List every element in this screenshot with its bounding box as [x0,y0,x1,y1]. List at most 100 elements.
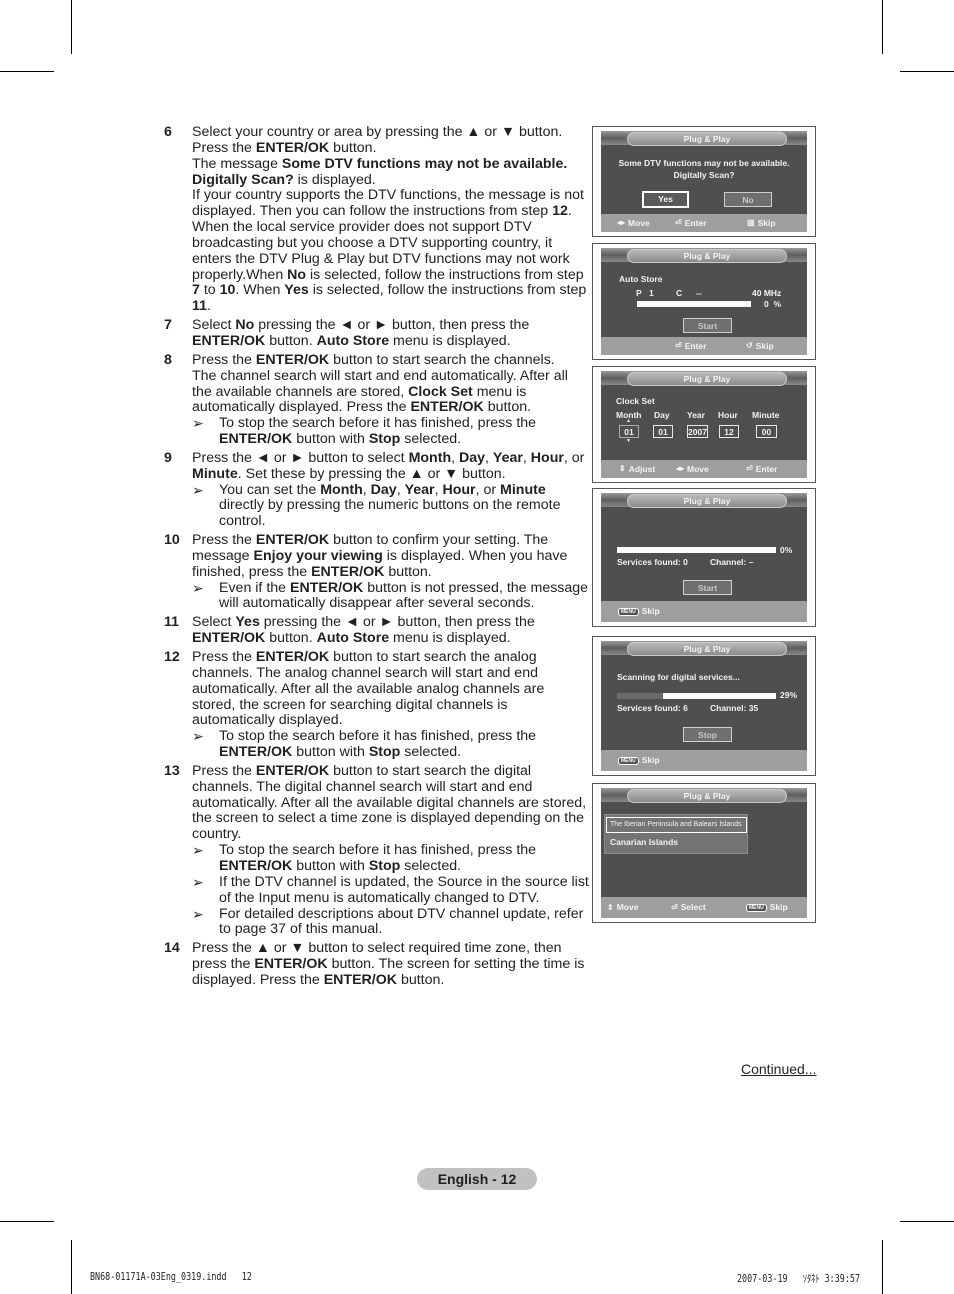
text-run: pressing the ◄ or ► button, then press t… [259,614,535,631]
note-arrow-icon: ➢ [192,579,204,596]
bold-term: No [235,317,255,334]
footer-skip-label: Skip [641,606,660,616]
footer-enter-label: Enter [684,218,707,228]
text-run: button. [329,139,377,156]
text-run: button with [292,857,369,874]
channel-readout: Channel: – [710,557,754,567]
step-note: ➢ Even if the ENTER/OK button is not pres… [192,579,589,613]
return-icon: ↺ [746,341,753,350]
note-arrow-icon: ➢ [192,842,204,859]
minute-label: Minute [752,410,780,420]
text-run: , or [563,449,585,466]
time-zone-option[interactable]: Canarian Islands [610,837,678,847]
menu-key-icon: MENU [618,607,639,616]
services-found: Services found: 0 [617,557,688,567]
text-run: Press the [192,532,256,549]
stop-button[interactable]: Stop [683,727,732,742]
text-run: To stop the search before it has finishe… [219,415,537,432]
text-run: , [396,481,405,498]
no-button[interactable]: No [724,192,772,207]
screen-title: Plug & Play [627,642,787,656]
left-right-arrows-icon: ◂▸ [676,464,685,473]
text-run: Select [192,614,236,631]
text-run: button with [292,744,369,761]
text-run: pressing the ◄ or ► button, then press t… [254,317,530,334]
print-slug-timestamp: 2007-03-19 ｿﾀﾈﾄ 3:39:57 [737,1273,861,1285]
step-paragraph: Press the ▲ or ▼ button to select requir… [192,940,589,989]
step-body: Press the ENTER/OK button to start searc… [192,762,589,938]
screen-title: Plug & Play [627,494,787,508]
step-note: ➢ If the DTV channel is updated, the Sour… [192,874,589,907]
bold-term: Day [459,449,486,466]
text-run: , [522,449,531,466]
minute-field[interactable]: 00 [756,425,777,438]
bold-term: Clock Set [408,383,473,400]
text-run: , [451,449,459,466]
progress-bar [637,301,751,307]
start-button[interactable]: Start [683,318,732,333]
channel-label: C [676,288,683,298]
menu-key-icon: MENU [618,756,639,765]
note-arrow-icon: ➢ [192,728,204,745]
text-run: Press the [192,762,256,779]
step-paragraph: The message Some DTV functions may not b… [192,155,589,189]
step-number: 14 [164,940,180,957]
step-9: 9 Press the ◄ or ► button to select Month… [164,449,589,530]
hour-field[interactable]: 12 [719,425,739,438]
progress-fill [617,693,664,699]
crop-mark [900,71,954,72]
progress-bar [617,693,776,699]
text-run: , or [475,481,501,498]
bold-term: Enjoy your viewing [253,547,383,564]
text-run: The message [192,155,282,172]
bold-term: 11 [192,298,207,315]
time-zone-option[interactable]: The Iberian Peninsula and Balears Island… [606,817,747,833]
bold-term: Minute [500,481,546,498]
day-field[interactable]: 01 [653,425,673,438]
continued-link[interactable]: Continued... [741,1061,817,1077]
screen-time-zone: Plug & Play The Iberian Peninsula and Ba… [592,783,816,923]
enter-icon: ⏎ [675,341,682,350]
year-field[interactable]: 2007 [687,425,708,438]
progress-bar [617,547,776,553]
screen-footer: ⇕ Move ⏎ Select MENU Skip [601,897,807,918]
start-button[interactable]: Start [683,580,732,595]
step-note: ➢ To stop the search before it has finish… [192,842,589,875]
footer-adjust-label: Adjust [628,464,656,474]
screen-footer: MENU Skip [601,601,807,622]
note-text: To stop the search before it has finishe… [219,415,589,448]
step-paragraph: Press the ENTER/OK button to start searc… [192,352,589,369]
print-slug-file: BN68-01171A-03Eng_0319.indd 12 [90,1271,252,1283]
text-run: Press the ◄ or ► button to select [192,449,409,466]
text-run: directly by pressing the numeric buttons… [219,497,561,530]
tv-screen: Plug & Play Clock Set Month Day Year Hou… [601,371,807,478]
bold-term: ENTER/OK [255,532,330,549]
screen-clock-set: Plug & Play Clock Set Month Day Year Hou… [592,366,816,483]
step-paragraph: Press the ENTER/OK button to confirm you… [192,532,589,581]
step-6: 6 Select your country or area by pressing… [164,124,589,315]
instruction-steps: 6 Select your country or area by pressing… [164,124,589,992]
bold-term: Year [404,481,435,498]
text-run: menu is displayed. [389,332,511,349]
tv-screen: Plug & Play Auto Store P 1 C -- 40 MHz 0… [601,248,807,355]
step-paragraph: If your country supports the DTV functio… [192,187,589,315]
enter-icon: ⏎ [675,218,682,227]
step-body: Press the ENTER/OK button to confirm you… [192,532,589,613]
footer-skip-label: Skip [769,902,788,912]
screen-digital-search-scanning: Plug & Play Scanning for digital service… [592,636,816,776]
screen-footer: ⏎ Enter ↺ Skip [601,337,807,355]
title-bar: Plug & Play [601,371,807,386]
step-number: 13 [164,762,180,779]
month-field[interactable]: 01 [619,425,639,438]
yes-button[interactable]: Yes [642,191,689,208]
auto-store-heading: Auto Store [619,274,663,284]
text-run: Even if the [219,579,290,596]
message-line-1: Some DTV functions may not be available. [618,158,790,168]
up-arrow-icon: ▲ [626,418,631,424]
text-run: Select [192,317,236,334]
text-run: selected. [400,431,462,448]
step-paragraph: The channel search will start and end au… [192,368,589,417]
step-10: 10 Press the ENTER/OK button to confirm y… [164,532,589,613]
text-run: button. [265,630,317,647]
text-run: button. [397,971,445,988]
